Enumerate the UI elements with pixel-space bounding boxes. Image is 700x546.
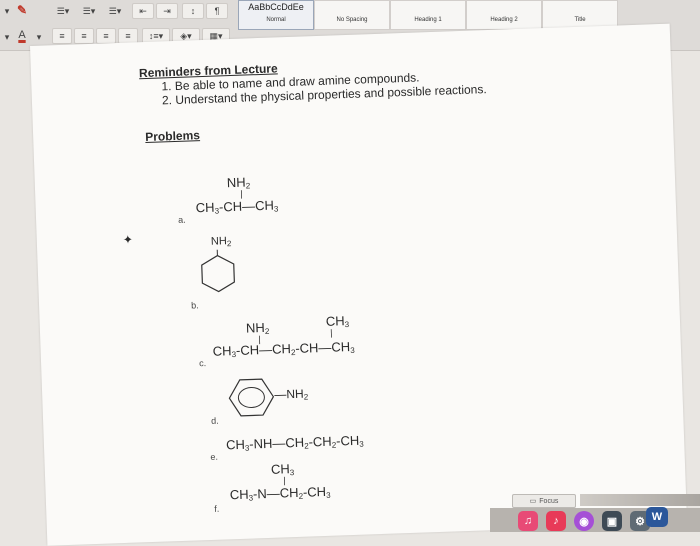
- decrease-indent-button[interactable]: ⇤: [132, 3, 154, 19]
- bond-line: |: [283, 475, 286, 485]
- amine-group-b: NH2: [211, 235, 232, 248]
- numbering-button[interactable]: ☰▾: [78, 4, 100, 18]
- dropdown-arrow-icon[interactable]: ▾: [2, 30, 12, 44]
- item-label-a: a.: [178, 215, 186, 225]
- item-label-f: f.: [214, 504, 219, 514]
- item-label-c: c.: [199, 358, 206, 368]
- align-right-button[interactable]: ≡: [96, 28, 116, 44]
- item-label-e: e.: [210, 452, 218, 462]
- sort-button[interactable]: ↕: [182, 3, 204, 19]
- dropdown-arrow-icon[interactable]: ▾: [2, 4, 12, 18]
- document-page[interactable]: Reminders from Lecture 1. Be able to nam…: [30, 24, 687, 546]
- style-heading-2[interactable]: Heading 2: [466, 0, 542, 30]
- itunes-icon[interactable]: ♫: [518, 511, 538, 531]
- style-name: Normal: [239, 17, 313, 23]
- focus-label: Focus: [539, 498, 558, 505]
- style-normal[interactable]: AaBbCcDdEe Normal: [238, 0, 314, 30]
- multilevel-list-button[interactable]: ☰▾: [104, 4, 126, 18]
- formula-c: CH3-CH—CH2-CH—CH3: [213, 339, 355, 359]
- podcasts-icon[interactable]: ◉: [574, 511, 594, 531]
- zoom-bar[interactable]: [580, 494, 700, 506]
- style-name: Heading 1: [391, 17, 465, 23]
- align-left-button[interactable]: ≡: [52, 28, 72, 44]
- formula-f: CH3-N—CH2-CH3: [230, 484, 331, 503]
- photo-booth-icon[interactable]: ▣: [602, 511, 622, 531]
- style-heading-1[interactable]: Heading 1: [390, 0, 466, 30]
- focus-icon: ▭: [530, 497, 537, 505]
- font-color-button[interactable]: A: [14, 28, 30, 42]
- music-icon[interactable]: ♪: [546, 511, 566, 531]
- star-icon: ✦: [123, 233, 134, 247]
- style-name: Title: [543, 17, 617, 23]
- bond-line: |: [330, 328, 333, 338]
- methyl-branch-c: CH3: [326, 313, 350, 329]
- problems-heading: Problems: [145, 128, 200, 144]
- cyclohexane-ring-icon: [195, 249, 241, 301]
- formula-a: CH3-CH—CH3: [195, 197, 278, 215]
- increase-indent-button[interactable]: ⇥: [156, 3, 178, 19]
- font-color-dropdown-icon[interactable]: ▾: [34, 30, 44, 44]
- bond-line: |: [240, 189, 243, 199]
- bullets-button[interactable]: ☰▾: [52, 4, 74, 18]
- style-sample: AaBbCcDdEe: [239, 2, 313, 12]
- formula-e: CH3-NH—CH2-CH2-CH3: [226, 433, 364, 453]
- highlight-icon[interactable]: ✎: [14, 3, 30, 17]
- style-name: Heading 2: [467, 17, 541, 23]
- focus-button[interactable]: ▭ Focus: [512, 494, 576, 508]
- show-marks-button[interactable]: ¶: [206, 3, 228, 19]
- style-no-spacing[interactable]: No Spacing: [314, 0, 390, 30]
- amine-group-a: NH2: [227, 174, 251, 190]
- benzene-ring-icon: [228, 376, 280, 422]
- item-label-d: d.: [211, 416, 219, 426]
- style-name: No Spacing: [315, 17, 389, 23]
- item-label-b: b.: [191, 300, 199, 310]
- word-icon[interactable]: W: [646, 507, 668, 527]
- amine-group-d: —NH2: [274, 387, 308, 402]
- align-center-button[interactable]: ≡: [74, 28, 94, 44]
